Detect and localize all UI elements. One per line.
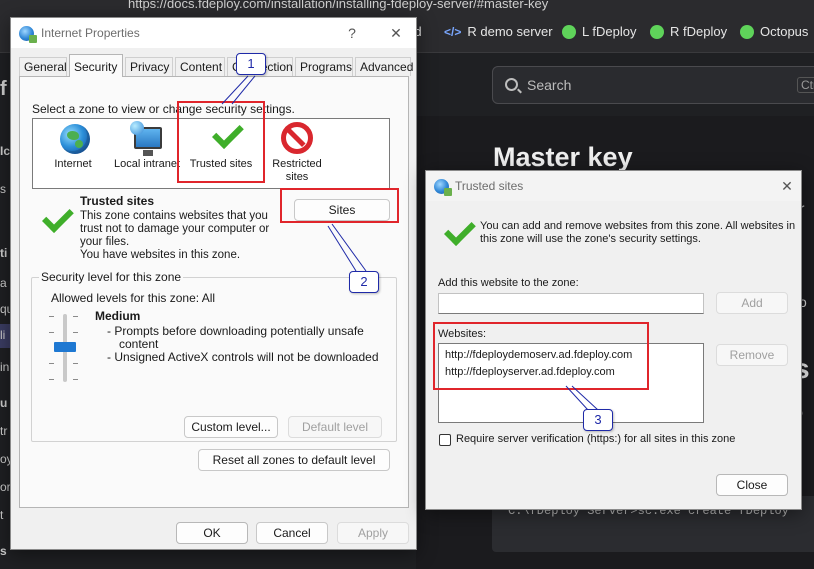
tab-advanced[interactable]: Advanced xyxy=(355,57,413,76)
tab-privacy[interactable]: Privacy xyxy=(125,57,173,76)
add-website-input[interactable] xyxy=(438,293,704,314)
title-bar[interactable]: Internet Properties ? ✕ xyxy=(11,18,416,48)
bookmark-l-fdeploy[interactable]: L fDeploy xyxy=(562,24,636,39)
zone-internet[interactable]: Internet xyxy=(35,119,111,189)
restricted-icon xyxy=(281,122,313,154)
help-button[interactable]: ? xyxy=(341,22,363,44)
zone-label: Local intranet xyxy=(113,158,181,170)
dialog-title: Trusted sites xyxy=(455,179,524,193)
add-website-label: Add this website to the zone: xyxy=(438,277,579,289)
tab-content[interactable]: Content xyxy=(175,57,225,76)
level-detail: - Unsigned ActiveX controls will not be … xyxy=(107,350,379,364)
info-line: You can add and remove websites from thi… xyxy=(480,220,796,232)
highlight-websites-list xyxy=(433,322,649,390)
zone-description-line: trust not to damage your computer or xyxy=(80,223,270,235)
remove-button[interactable]: Remove xyxy=(716,344,788,366)
fdeploy-icon xyxy=(650,24,664,39)
monitor-globe-icon xyxy=(130,121,162,156)
globe-icon xyxy=(60,124,90,154)
add-button[interactable]: Add xyxy=(716,292,788,314)
zone-description-line: your files. xyxy=(80,236,130,248)
allowed-levels: Allowed levels for this zone: All xyxy=(51,291,216,305)
highlight-trusted-sites-zone xyxy=(177,101,265,183)
zone-description-line: You have websites in this zone. xyxy=(80,249,241,261)
tab-general[interactable]: General xyxy=(19,57,67,76)
require-verification-checkbox[interactable] xyxy=(439,434,451,446)
default-level-button[interactable]: Default level xyxy=(288,416,382,438)
level-detail: content xyxy=(119,337,159,351)
code-icon: </> xyxy=(444,24,462,39)
tab-programs[interactable]: Programs xyxy=(295,57,353,76)
browser-address-bar[interactable]: https://docs.fdeploy.com/installation/in… xyxy=(0,0,814,13)
callout-3: 3 xyxy=(583,409,613,431)
octopus-icon xyxy=(740,24,754,39)
callout-1: 1 xyxy=(236,53,266,75)
require-verification-label[interactable]: Require server verification (https:) for… xyxy=(456,433,735,445)
security-level-legend: Security level for this zone xyxy=(39,270,184,284)
zone-description-line: This zone contains websites that you xyxy=(80,210,268,222)
zone-label: Internet xyxy=(54,158,92,170)
internet-options-icon xyxy=(19,26,37,43)
trusted-sites-check-icon xyxy=(440,221,472,253)
docs-heading: Master key xyxy=(493,142,633,172)
custom-level-button[interactable]: Custom level... xyxy=(184,416,278,438)
close-icon[interactable]: ✕ xyxy=(385,22,407,44)
internet-options-icon xyxy=(434,179,452,196)
zone-title: Trusted sites xyxy=(80,194,155,208)
docs-search-box[interactable]: Search Ctr xyxy=(492,66,814,104)
docs-search-placeholder: Search xyxy=(527,77,572,93)
close-icon[interactable]: ✕ xyxy=(776,175,798,197)
docs-search-shortcut: Ctr xyxy=(797,77,814,93)
ok-button[interactable]: OK xyxy=(176,522,248,544)
info-line: this zone will use the zone's security s… xyxy=(480,233,701,245)
search-icon xyxy=(505,78,518,91)
browser-url[interactable]: https://docs.fdeploy.com/installation/in… xyxy=(128,0,548,11)
level-name: Medium xyxy=(95,309,141,323)
zone-restricted-sites[interactable]: Restricted sites xyxy=(259,119,335,189)
trusted-sites-check-icon xyxy=(38,208,70,240)
bookmark-r-fdeploy[interactable]: R fDeploy xyxy=(650,24,727,39)
bookmark-demo-server[interactable]: </> R demo server xyxy=(444,24,553,39)
level-detail: - Prompts before downloading potentially… xyxy=(107,324,364,338)
cancel-button[interactable]: Cancel xyxy=(256,522,328,544)
fdeploy-icon xyxy=(562,24,576,39)
title-bar[interactable]: Trusted sites ✕ xyxy=(426,171,801,201)
zone-label: Restricted sites xyxy=(272,158,322,183)
callout-2: 2 xyxy=(349,271,379,293)
bookmark-octopus[interactable]: Octopus xyxy=(740,24,808,39)
dialog-title: Internet Properties xyxy=(41,26,140,40)
reset-all-zones-button[interactable]: Reset all zones to default level xyxy=(198,449,390,471)
apply-button[interactable]: Apply xyxy=(337,522,409,544)
highlight-sites-button xyxy=(280,188,399,223)
zone-local-intranet[interactable]: Local intranet xyxy=(109,119,185,189)
slider-thumb[interactable] xyxy=(54,342,76,352)
tab-security[interactable]: Security xyxy=(69,54,123,77)
close-button[interactable]: Close xyxy=(716,474,788,496)
